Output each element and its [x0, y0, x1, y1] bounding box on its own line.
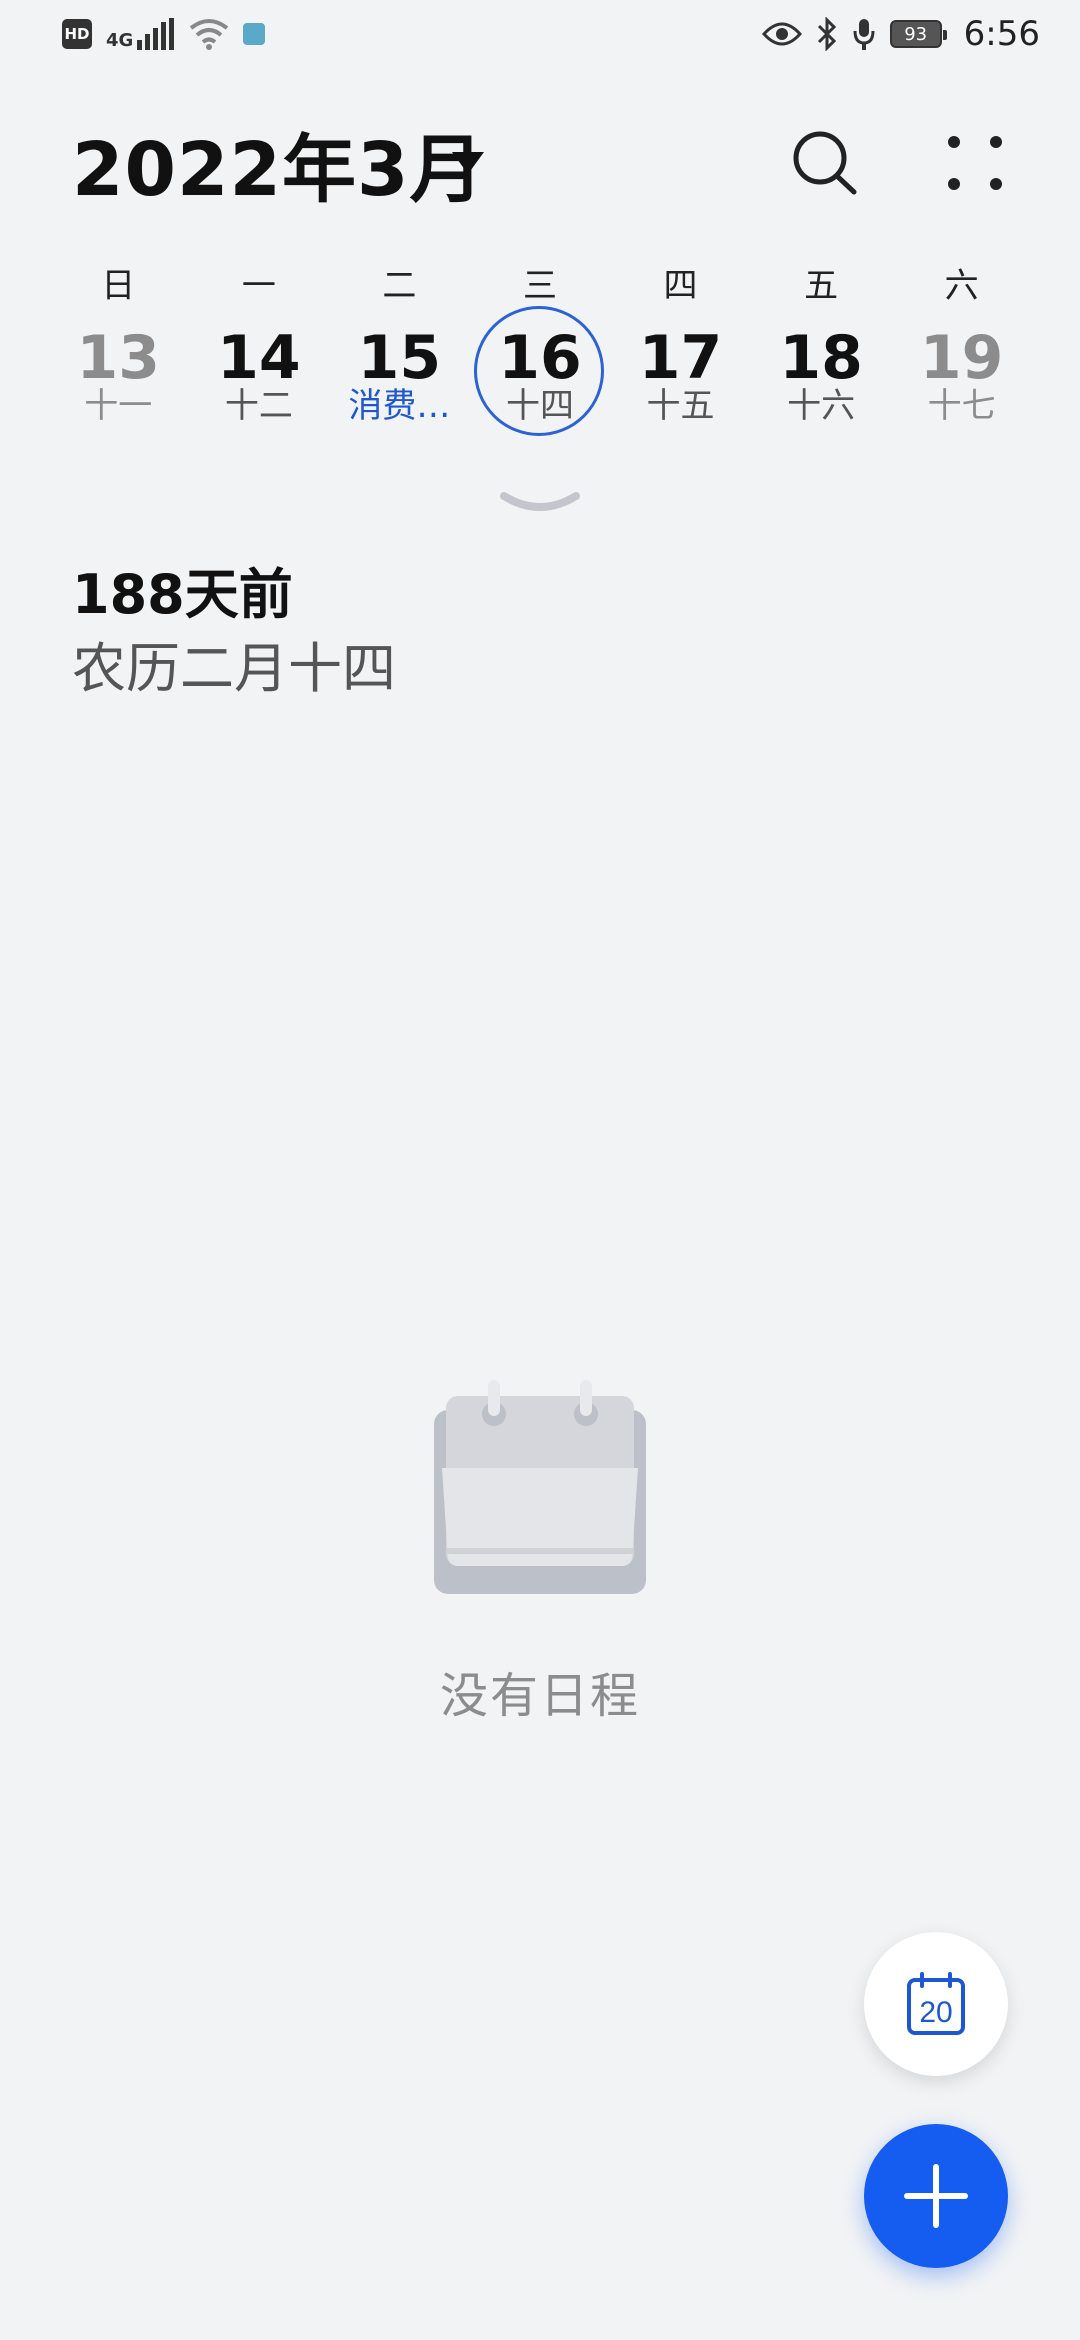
search-icon[interactable]: [790, 128, 860, 198]
calendar-header: 2022年3月: [0, 110, 1080, 220]
plus-icon: [904, 2164, 968, 2228]
network-indicator: 4G: [106, 18, 175, 50]
date-number: 15: [357, 323, 442, 393]
day-cell-15[interactable]: 二 15 消费…: [329, 250, 470, 450]
weekday-label: 一: [241, 266, 276, 306]
day-cell-13[interactable]: 日 13 十一: [48, 250, 189, 450]
go-to-today-button[interactable]: 20: [864, 1932, 1008, 2076]
status-bar-left: HD 4G: [62, 18, 266, 50]
days-ago-label: 188天前: [72, 563, 293, 626]
empty-state-message: 没有日程: [439, 1668, 640, 1724]
lunar-label: 十六: [787, 386, 856, 426]
battery-level: 93: [904, 23, 928, 45]
add-event-button[interactable]: [864, 2124, 1008, 2268]
today-number: 20: [919, 1996, 952, 2029]
week-strip: 日 13 十一 一 14 十二 二 15 消费… 三 16 十四 四 17 十五…: [48, 250, 1032, 450]
date-number: 18: [779, 323, 863, 393]
day-cell-16-today[interactable]: 三 16 十四: [470, 250, 611, 450]
month-title[interactable]: 2022年3月: [72, 120, 484, 220]
date-info: 188天前 农历二月十四: [72, 560, 396, 704]
bluetooth-icon: [817, 17, 836, 51]
empty-calendar-icon: [434, 1380, 646, 1594]
eye-icon: [761, 22, 802, 46]
date-number: 14: [217, 323, 301, 393]
event-label: 消费…: [348, 386, 451, 426]
lunar-label: 十一: [84, 386, 153, 426]
date-number: 13: [76, 323, 161, 393]
weekday-label: 四: [663, 266, 698, 306]
weekday-label: 五: [804, 266, 839, 306]
clock: 6:56: [963, 14, 1040, 54]
day-cell-14[interactable]: 一 14 十二: [189, 250, 330, 450]
weekday-label: 二: [382, 266, 417, 306]
app-notification-icon: [243, 23, 266, 45]
more-options-icon[interactable]: [940, 128, 1010, 198]
caret-down-icon[interactable]: [450, 150, 486, 176]
date-number: 17: [638, 323, 723, 393]
calendar-today-icon: 20: [907, 1972, 965, 2035]
today-ring: [473, 306, 604, 436]
chevron-down-icon[interactable]: [500, 488, 580, 524]
day-cell-18[interactable]: 五 18 十六: [751, 250, 892, 450]
date-number: 19: [919, 323, 1004, 393]
status-bar-right: 93 6:56: [761, 14, 1040, 54]
hd-icon: HD: [62, 19, 92, 49]
weekday-label: 六: [944, 266, 979, 306]
lunar-label: 十二: [224, 386, 293, 426]
microphone-icon: [853, 19, 875, 50]
signal-icon: [137, 18, 175, 50]
day-cell-17[interactable]: 四 17 十五: [610, 250, 751, 450]
lunar-label: 十七: [927, 386, 996, 426]
weekday-label: 三: [522, 266, 557, 306]
lunar-label: 十五: [646, 386, 715, 426]
network-type: 4G: [106, 30, 134, 51]
wifi-icon: [190, 19, 229, 50]
day-cell-19[interactable]: 六 19 十七: [891, 250, 1032, 450]
lunar-date-label: 农历二月十四: [72, 637, 396, 700]
battery-icon: 93: [889, 20, 947, 48]
status-bar: HD 4G 93 6:56: [0, 0, 1080, 76]
weekday-label: 日: [101, 266, 136, 306]
